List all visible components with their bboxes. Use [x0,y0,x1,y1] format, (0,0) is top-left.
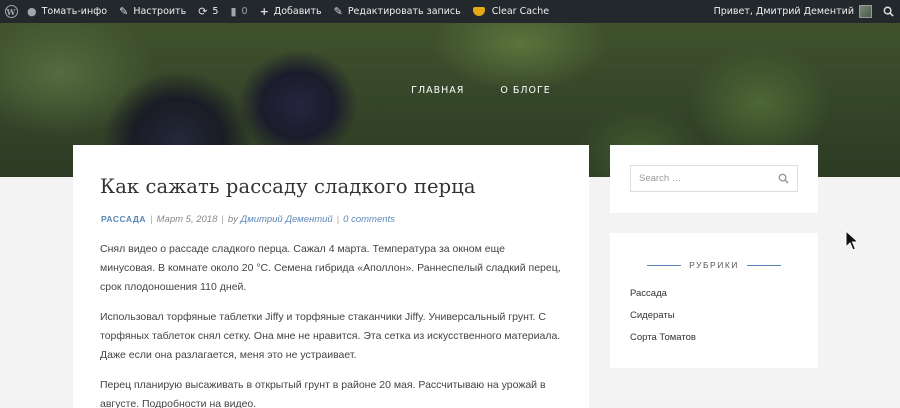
admin-bar: W ● Томать-инфо ✎ Настроить ⟳ 5 ▮ 0 + До… [0,0,900,23]
category-link[interactable]: Сорта Томатов [630,332,696,354]
search-icon[interactable] [778,173,789,184]
comment-icon: ▮ [230,5,237,18]
post-category-link[interactable]: РАССАДА [101,214,146,224]
wordpress-logo-menu[interactable]: W [1,0,21,23]
post-date: Март 5, 2018 [156,214,218,225]
admin-bar-search[interactable] [878,0,898,23]
wordpress-icon: W [4,5,18,18]
search-icon [883,6,894,17]
cache-icon [472,7,485,16]
main-navigation: ГЛАВНАЯ О БЛОГЕ [0,85,900,96]
post-author-link[interactable]: Дмитрий Дементий [241,214,333,225]
post-meta: РАССАДА | Март 5, 2018 | by Дмитрий Дементий… [101,214,395,225]
pencil-icon: ✎ [333,5,343,18]
categories-widget-title: РУБРИКИ [610,260,818,270]
admin-bar-add-new[interactable]: + Добавить [254,0,328,23]
post-by-label: by [227,214,238,225]
post-paragraph: Использовал торфяные таблетки Jiffy и то… [100,311,561,361]
admin-bar-customize[interactable]: ✎ Настроить [113,0,192,23]
post-title: Как сажать рассаду сладкого перца [100,175,476,198]
category-link[interactable]: Рассада [630,288,696,310]
search-input[interactable]: Search … [630,165,798,192]
mouse-cursor-icon [845,230,859,251]
post-article: Как сажать рассаду сладкого перца РАССАД… [73,145,589,408]
updates-icon: ⟳ [198,5,208,18]
post-paragraph: Перец планирую высаживать в открытый гру… [100,379,546,408]
categories-list: Рассада Сидераты Сорта Томатов [630,288,696,354]
post-paragraph: Снял видео о рассаде сладкого перца. Саж… [100,243,561,293]
title-divider-right [746,264,781,266]
admin-bar-my-account[interactable]: Привет, Дмитрий Дементий [708,0,878,23]
avatar [859,5,872,18]
admin-bar-edit-post[interactable]: ✎ Редактировать запись [328,0,467,23]
nav-about-link[interactable]: О БЛОГЕ [500,85,550,96]
category-link[interactable]: Сидераты [630,310,696,332]
admin-bar-site-name[interactable]: ● Томать-инфо [21,0,113,23]
categories-widget: РУБРИКИ Рассада Сидераты Сорта Томатов [610,233,818,368]
admin-bar-comments[interactable]: ▮ 0 [224,0,253,23]
nav-home-link[interactable]: ГЛАВНАЯ [411,85,464,96]
title-divider-left [647,264,682,266]
post-comments-link[interactable]: 0 comments [343,214,395,225]
brush-icon: ✎ [119,5,129,18]
admin-bar-clear-cache[interactable]: Clear Cache [467,0,555,23]
dashboard-icon: ● [27,5,37,18]
plus-icon: + [259,5,269,18]
search-widget: Search … [610,145,818,213]
admin-bar-updates[interactable]: ⟳ 5 [192,0,224,23]
